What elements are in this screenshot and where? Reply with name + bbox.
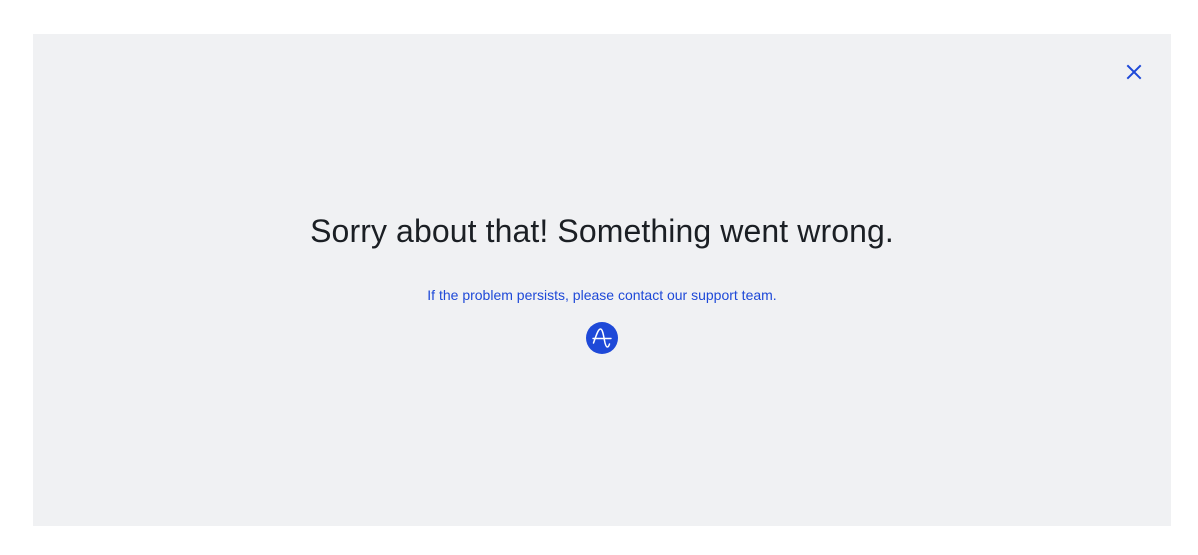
amplitude-logo-icon (586, 322, 618, 354)
error-title: Sorry about that! Something went wrong. (310, 213, 894, 249)
close-button[interactable] (1123, 61, 1145, 83)
support-message: If the problem persists, please contact … (427, 287, 777, 303)
error-dialog: Sorry about that! Something went wrong. … (33, 34, 1171, 526)
close-icon (1126, 64, 1142, 80)
